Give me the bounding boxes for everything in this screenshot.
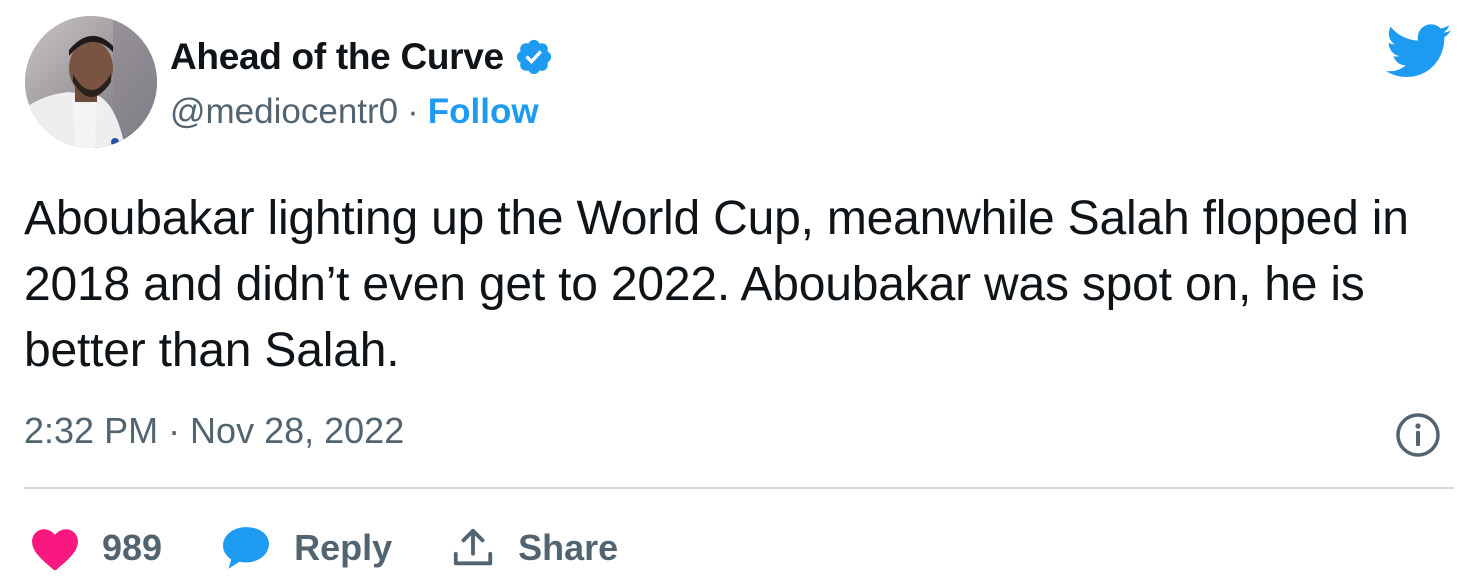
reply-label: Reply	[294, 527, 393, 568]
twitter-bird-icon[interactable]	[1386, 24, 1452, 78]
author-handle-row: @mediocentr0 · Follow	[170, 92, 539, 132]
reply-button[interactable]: Reply	[220, 525, 392, 571]
speech-bubble-icon	[223, 527, 270, 569]
author-name-row: Ahead of the Curve	[170, 36, 554, 78]
like-count: 989	[102, 527, 163, 568]
follow-button[interactable]: Follow	[428, 92, 539, 132]
author-display-name[interactable]: Ahead of the Curve	[170, 36, 504, 78]
divider	[24, 487, 1454, 489]
info-icon[interactable]	[1394, 411, 1442, 459]
share-button[interactable]: Share	[450, 525, 618, 571]
action-bar: 989 Reply Share	[30, 520, 676, 576]
share-label: Share	[518, 527, 619, 568]
share-icon	[453, 528, 493, 566]
handle-separator: ·	[407, 92, 419, 131]
heart-icon	[32, 529, 78, 571]
tweet-timestamp[interactable]: 2:32 PM · Nov 28, 2022	[24, 410, 404, 452]
avatar-image	[25, 16, 157, 148]
like-button[interactable]: 989	[30, 525, 162, 571]
tweet-text: Aboubakar lighting up the World Cup, mea…	[24, 192, 1409, 377]
avatar[interactable]	[25, 16, 157, 148]
author-handle[interactable]: @mediocentr0	[170, 92, 398, 132]
verified-badge-icon	[514, 37, 554, 77]
